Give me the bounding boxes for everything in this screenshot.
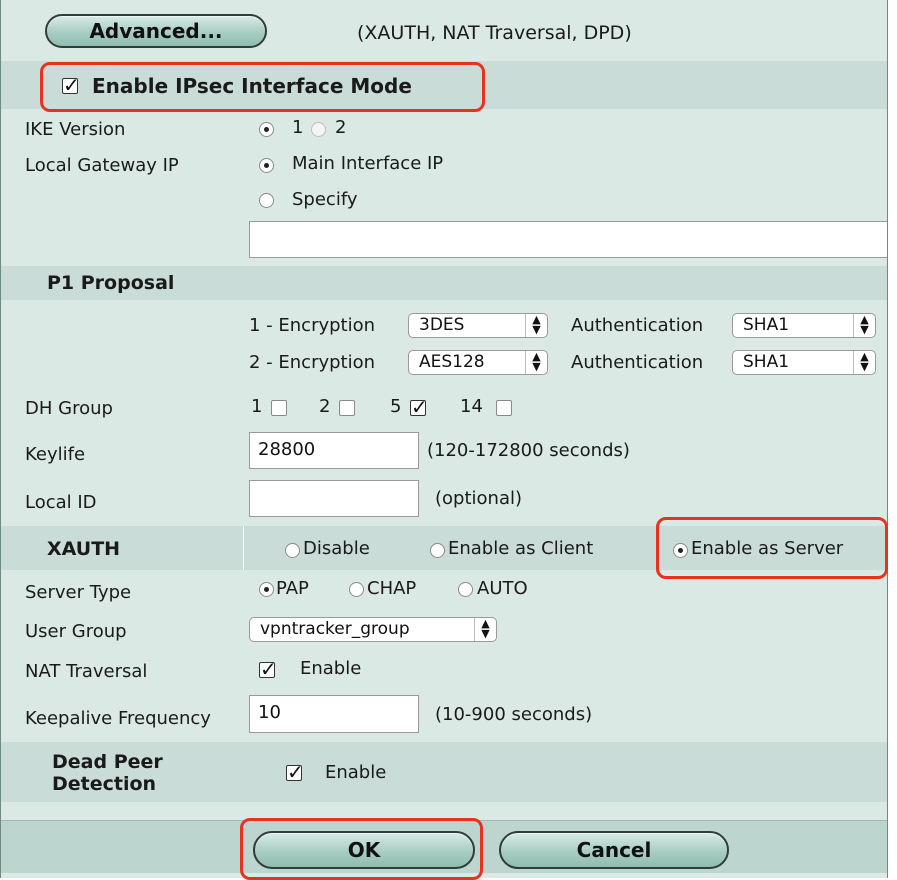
p1-proposal-title: P1 Proposal [47,272,175,294]
advanced-note: (XAUTH, NAT Traversal, DPD) [357,22,632,44]
ike-version-2-label: 2 [335,117,347,138]
ike-version-2-radio[interactable] [311,122,326,137]
ike-version-label: IKE Version [25,119,126,140]
dh-2-checkbox[interactable] [339,400,355,416]
user-group-select[interactable]: vpntracker_group ▲ ▼ [249,617,497,642]
dh-1-checkbox[interactable] [271,400,287,416]
dpd-checkbox[interactable] [286,760,304,784]
dpd-label-line1: Dead Peer [52,751,163,773]
xauth-disable-radio[interactable] [285,543,300,558]
server-type-auto-radio[interactable] [458,582,473,597]
ike-version-1-radio[interactable] [259,122,274,137]
dh-group-label: DH Group [25,398,113,419]
dh-14-label: 14 [460,396,483,417]
keylife-hint: (120-172800 seconds) [427,440,630,461]
proposal-1-enc-label: 1 - Encryption [249,315,376,336]
ike-version-1-label: 1 [292,117,304,138]
dh-1-label: 1 [251,396,263,417]
keepalive-hint: (10-900 seconds) [435,704,593,725]
xauth-client-label: Enable as Client [448,538,594,559]
proposal-1-auth-value: SHA1 [743,315,790,335]
proposal-1-enc-select[interactable]: 3DES ▲ ▼ [408,313,548,338]
dpd-label-line2: Detection [52,773,157,795]
nat-traversal-checkbox[interactable] [259,657,277,681]
proposal-1-enc-value: 3DES [419,315,465,335]
updown-arrows-icon: ▲ ▼ [853,314,875,337]
dpd-enable-label: Enable [325,762,387,783]
proposal-1-auth-label: Authentication [571,315,704,336]
dh-2-label: 2 [319,396,331,417]
server-type-label: Server Type [25,582,132,603]
proposal-1-auth-select[interactable]: SHA1 ▲ ▼ [732,313,876,338]
keylife-label: Keylife [25,444,86,465]
gateway-main-label: Main Interface IP [292,153,444,174]
proposal-2-auth-value: SHA1 [743,352,790,372]
xauth-divider [243,526,244,570]
proposal-2-auth-label: Authentication [571,352,704,373]
xauth-client-radio[interactable] [430,543,445,558]
keepalive-label: Keepalive Frequency [25,708,211,729]
server-type-pap-radio[interactable] [259,582,274,597]
keylife-input[interactable]: 28800 [249,432,419,469]
proposal-2-enc-value: AES128 [419,352,485,372]
keepalive-input[interactable]: 10 [249,695,419,733]
user-group-label: User Group [25,621,127,642]
advanced-button[interactable]: Advanced... [45,14,267,48]
server-type-pap-label: PAP [276,578,309,599]
gateway-specify-radio[interactable] [259,193,274,208]
updown-arrows-icon: ▲ ▼ [474,618,496,641]
local-id-label: Local ID [25,492,97,513]
ipsec-phase1-panel: Advanced... (XAUTH, NAT Traversal, DPD) … [0,0,888,878]
nat-traversal-enable-label: Enable [300,658,362,679]
cancel-button[interactable]: Cancel [499,831,729,869]
gateway-specify-input[interactable] [249,221,887,258]
xauth-label: XAUTH [47,538,121,560]
local-id-hint: (optional) [435,488,522,509]
proposal-2-enc-label: 2 - Encryption [249,352,376,373]
updown-arrows-icon: ▲ ▼ [853,351,875,374]
server-type-chap-label: CHAP [367,578,417,599]
dh-14-checkbox[interactable] [496,400,512,416]
highlight-interface-mode [40,62,485,112]
server-type-chap-radio[interactable] [349,582,364,597]
local-id-input[interactable] [249,480,419,517]
proposal-2-auth-select[interactable]: SHA1 ▲ ▼ [732,350,876,375]
local-gateway-label: Local Gateway IP [25,155,179,176]
gateway-specify-label: Specify [292,189,358,210]
updown-arrows-icon: ▲ ▼ [525,314,547,337]
xauth-disable-label: Disable [303,538,370,559]
proposal-2-enc-select[interactable]: AES128 ▲ ▼ [408,350,548,375]
dh-5-label: 5 [390,396,402,417]
gateway-main-radio[interactable] [259,158,274,173]
nat-traversal-label: NAT Traversal [25,661,148,682]
dh-5-checkbox[interactable] [410,395,428,419]
highlight-xauth-server [656,517,888,579]
user-group-value: vpntracker_group [260,619,410,639]
server-type-auto-label: AUTO [477,578,528,599]
highlight-ok-button [240,818,483,880]
updown-arrows-icon: ▲ ▼ [525,351,547,374]
